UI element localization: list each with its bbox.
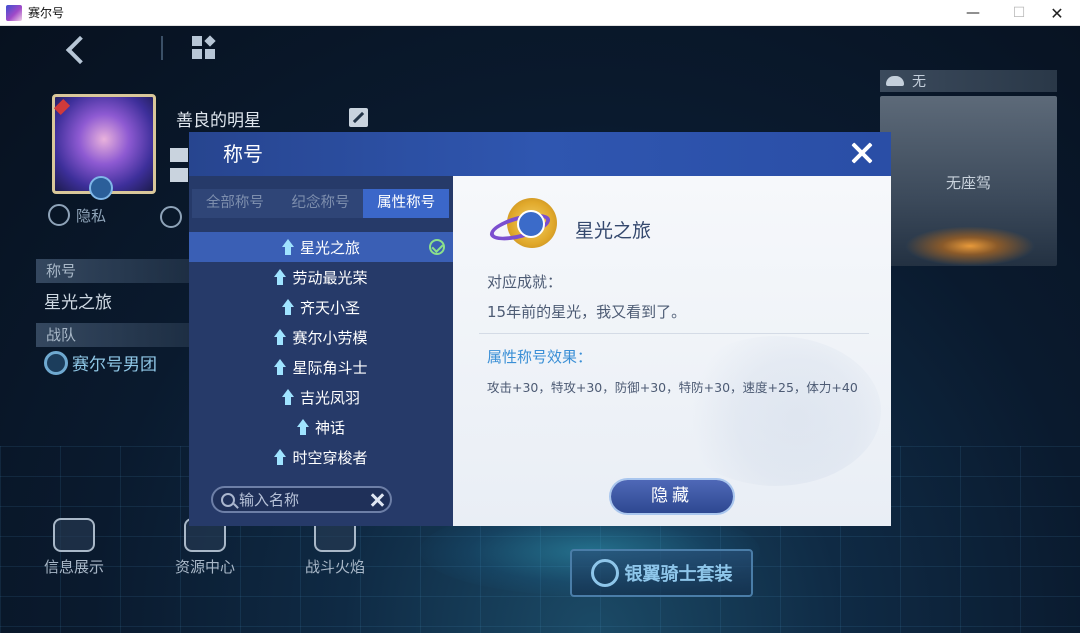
nav-divider xyxy=(161,36,163,60)
effect-text: 攻击+30，特攻+30，防御+30，特防+30，速度+25，体力+40 xyxy=(487,380,858,395)
minimize-button[interactable]: — xyxy=(950,0,996,26)
list-item-label: 神话 xyxy=(314,418,345,437)
effect-label: 属性称号效果： xyxy=(487,348,593,366)
menu-grid-icon[interactable] xyxy=(192,35,216,60)
profile-info-icons xyxy=(170,148,188,186)
suit-button[interactable]: 银翼骑士套装 xyxy=(570,549,753,597)
title-detail-pane: 星光之旅 对应成就： 15年前的星光，我又看到了。 属性称号效果： 攻击+30，… xyxy=(453,176,891,526)
app-icon xyxy=(6,4,22,21)
current-title-value: 星光之旅 xyxy=(44,293,112,313)
modal-header: 称号 xyxy=(189,132,891,176)
mount-header-label: 无 xyxy=(912,74,926,90)
resource-center-button[interactable]: 资源中心 xyxy=(160,518,250,577)
list-item-label: 星光之旅 xyxy=(299,238,360,257)
title-list-pane: 全部称号 纪念称号 属性称号 星光之旅 劳动最光荣 齐天小圣 赛尔小劳模 星际角… xyxy=(189,176,453,526)
close-window-button[interactable]: ✕ xyxy=(1034,0,1080,26)
list-item[interactable]: 星际角斗士 xyxy=(189,352,453,382)
info-display-button[interactable]: 信息展示 xyxy=(29,518,119,577)
hide-button[interactable]: 隐藏 xyxy=(611,480,733,513)
arrow-up-icon xyxy=(281,389,294,405)
list-item[interactable]: 时空穿梭者 xyxy=(189,442,453,472)
list-item[interactable]: 神话 xyxy=(189,412,453,442)
resource-center-label: 资源中心 xyxy=(174,558,235,576)
id-card-icon xyxy=(53,518,95,552)
achievement-label: 对应成就： xyxy=(487,273,563,291)
list-item-label: 星际角斗士 xyxy=(292,358,368,377)
search-icon xyxy=(221,492,235,507)
title-tabs: 全部称号 纪念称号 属性称号 xyxy=(192,189,450,218)
title-badge-icon xyxy=(487,196,559,256)
clear-icon[interactable] xyxy=(369,492,385,508)
team-row[interactable]: 赛尔号男团 xyxy=(44,350,157,375)
detail-title: 星光之旅 xyxy=(575,220,652,242)
edit-name-icon[interactable] xyxy=(349,108,368,127)
mount-header[interactable]: 无 xyxy=(880,70,1057,92)
tab-attribute-titles[interactable]: 属性称号 xyxy=(363,189,450,218)
arrow-up-icon xyxy=(274,359,287,375)
watermark-emblem xyxy=(671,336,881,486)
player-name: 善良的明星 xyxy=(176,111,261,131)
suit-icon xyxy=(590,559,619,587)
arrow-up-icon xyxy=(274,329,287,345)
privacy-toggle[interactable]: 隐私 xyxy=(48,204,106,226)
mount-platform-glow xyxy=(905,226,1035,266)
arrow-up-icon xyxy=(296,419,309,435)
window-titlebar: 赛尔号 — ☐ ✕ xyxy=(0,0,1080,26)
team-emblem-icon xyxy=(44,350,68,375)
avatar-badge-icon xyxy=(89,176,113,200)
arrow-up-icon xyxy=(281,239,294,255)
info-display-label: 信息展示 xyxy=(43,558,104,576)
suit-label: 银翼骑士套装 xyxy=(624,564,733,585)
arrow-up-icon xyxy=(274,269,287,285)
back-arrow-icon[interactable] xyxy=(62,34,88,64)
list-item-label: 劳动最光荣 xyxy=(292,268,368,287)
arrow-up-icon xyxy=(281,299,294,315)
list-item-label: 时空穿梭者 xyxy=(292,448,368,467)
list-item[interactable]: 劳动最光荣 xyxy=(189,262,453,292)
social-icon[interactable] xyxy=(160,206,182,228)
modal-title: 称号 xyxy=(223,142,263,166)
title-modal: 称号 全部称号 纪念称号 属性称号 星光之旅 劳动最光荣 齐天小圣 赛尔小劳模 … xyxy=(189,132,891,526)
privacy-icon xyxy=(48,204,70,226)
title-section-label: 称号 xyxy=(36,259,196,283)
team-name: 赛尔号男团 xyxy=(72,355,157,375)
list-item[interactable]: 齐天小圣 xyxy=(189,292,453,322)
mount-empty-text: 无座驾 xyxy=(945,174,991,192)
arrow-up-icon xyxy=(274,449,287,465)
detail-divider xyxy=(479,333,869,334)
battle-flame-button[interactable]: 战斗火焰 xyxy=(290,518,380,577)
title-list: 星光之旅 劳动最光荣 齐天小圣 赛尔小劳模 星际角斗士 吉光凤羽 神话 时空穿梭… xyxy=(189,232,453,472)
mount-icon xyxy=(886,76,904,86)
achievement-text: 15年前的星光，我又看到了。 xyxy=(487,303,687,321)
search-box xyxy=(211,486,392,513)
list-item-label: 吉光凤羽 xyxy=(299,388,360,407)
check-icon xyxy=(429,239,445,255)
list-item-label: 齐天小圣 xyxy=(299,298,360,317)
search-input[interactable] xyxy=(239,490,359,509)
window-title: 赛尔号 xyxy=(28,6,65,20)
close-icon[interactable] xyxy=(849,140,875,166)
list-item-label: 赛尔小劳模 xyxy=(292,328,368,347)
team-section-label: 战队 xyxy=(36,323,196,347)
tab-commemorative-titles[interactable]: 纪念称号 xyxy=(278,189,364,218)
privacy-label: 隐私 xyxy=(76,206,107,225)
list-item[interactable]: 星光之旅 xyxy=(189,232,453,262)
tab-all-titles[interactable]: 全部称号 xyxy=(192,189,278,218)
list-item[interactable]: 吉光凤羽 xyxy=(189,382,453,412)
battle-flame-label: 战斗火焰 xyxy=(304,558,365,576)
list-item[interactable]: 赛尔小劳模 xyxy=(189,322,453,352)
